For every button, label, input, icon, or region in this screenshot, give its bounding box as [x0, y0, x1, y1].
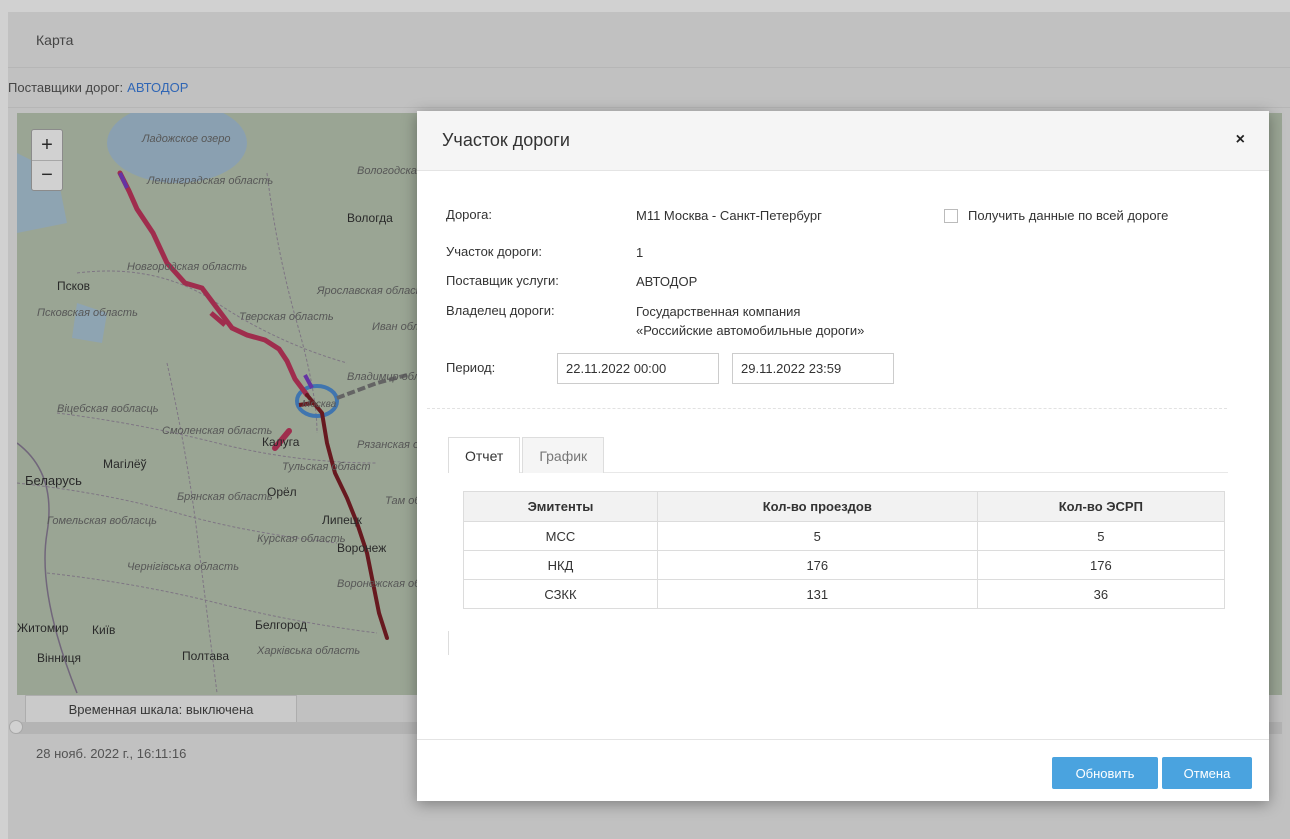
report-table: Эмитенты Кол-во проездов Кол-во ЭСРП МСС… [463, 491, 1226, 609]
table-cell: 131 [656, 579, 978, 609]
table-header-row: Эмитенты Кол-во проездов Кол-во ЭСРП [463, 491, 1226, 522]
provider-label: Поставщик услуги: [446, 273, 559, 288]
tab-chart[interactable]: График [522, 437, 605, 473]
refresh-button[interactable]: Обновить [1052, 757, 1158, 789]
whole-road-label: Получить данные по всей дороге [968, 208, 1169, 223]
tabs: Отчет График [448, 437, 605, 473]
owner-label: Владелец дороги: [446, 303, 555, 318]
tab-report[interactable]: Отчет [448, 437, 521, 473]
road-segment-dialog: Участок дороги × Дорога: М11 Москва - Са… [417, 111, 1269, 801]
whole-road-checkbox[interactable] [944, 208, 958, 223]
period-to-input[interactable] [732, 353, 894, 384]
text-cursor [448, 631, 449, 655]
cancel-button[interactable]: Отмена [1162, 757, 1252, 789]
column-header-trips: Кол-во проездов [656, 491, 978, 522]
table-cell: 36 [976, 579, 1226, 609]
road-label: Дорога: [446, 207, 492, 222]
table-cell: МСС [463, 521, 658, 551]
owner-value-line1: Государственная компания [636, 304, 801, 319]
owner-value-line2: «Российские автомобильные дороги» [636, 323, 865, 338]
dialog-header: Участок дороги × [417, 111, 1269, 171]
divider [427, 408, 1227, 409]
segment-value: 1 [636, 245, 644, 260]
table-cell: 5 [976, 521, 1226, 551]
period-label: Период: [446, 360, 496, 375]
table-row: МСС 5 5 [463, 521, 1226, 551]
road-value: М11 Москва - Санкт-Петербург [636, 208, 822, 223]
table-cell: СЗКК [463, 579, 658, 609]
close-icon[interactable]: × [1236, 131, 1245, 149]
whole-road-checkbox-row[interactable]: Получить данные по всей дороге [944, 208, 1168, 223]
period-from-input[interactable] [557, 353, 719, 384]
dialog-title: Участок дороги [442, 130, 570, 150]
table-cell: НКД [463, 550, 658, 580]
column-header-emitters: Эмитенты [463, 491, 658, 522]
table-cell: 176 [976, 550, 1226, 580]
table-cell: 5 [656, 521, 978, 551]
table-row: СЗКК 131 36 [463, 579, 1226, 609]
segment-label: Участок дороги: [446, 244, 542, 259]
table-cell: 176 [656, 550, 978, 580]
provider-value: АВТОДОР [636, 274, 698, 289]
table-row: НКД 176 176 [463, 550, 1226, 580]
column-header-esrp: Кол-во ЭСРП [976, 491, 1226, 522]
